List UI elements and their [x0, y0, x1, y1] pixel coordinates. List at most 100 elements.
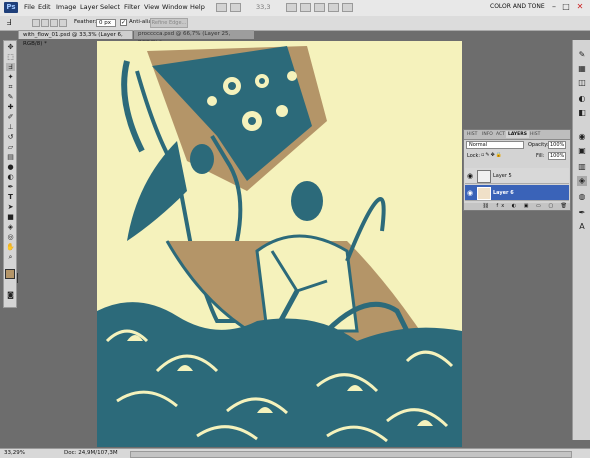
close-icon[interactable]: ✕	[575, 2, 585, 12]
rotate-view-icon[interactable]	[314, 3, 325, 12]
menu-view[interactable]: View	[144, 3, 159, 11]
layer-name: Layer 6	[493, 190, 514, 196]
eye-icon[interactable]: ◉	[467, 189, 473, 197]
layers-footer-buttons[interactable]: ⛓ fx ◐ ▣ ▭ ▢ 🗑	[464, 203, 570, 210]
antialias-checkbox[interactable]: ✓	[120, 19, 127, 26]
document-canvas[interactable]	[97, 41, 462, 447]
layer-thumbnail	[477, 170, 491, 183]
foreground-color-swatch[interactable]	[5, 269, 15, 279]
channels-icon[interactable]: ◍	[577, 192, 587, 202]
arrange-docs-icon[interactable]	[328, 3, 339, 12]
histogram-icon[interactable]: ▥	[577, 162, 587, 172]
menu-select[interactable]: Select	[100, 3, 120, 11]
move-icon[interactable]: ✥	[6, 43, 15, 51]
marquee-icon[interactable]: ⬚	[6, 53, 15, 61]
color-icon[interactable]: ◉	[577, 132, 587, 142]
app-logo: Ps	[4, 2, 18, 13]
layers-panel: HIST INFO ACT LAYERS HIST Normal Opacity…	[463, 129, 571, 211]
doc-size: Doc: 24,9M/107,3M	[64, 450, 118, 456]
3d-orbit-icon[interactable]: ◎	[6, 233, 15, 241]
menu-bar: Ps File Edit Image Layer Select Filter V…	[0, 0, 590, 17]
character-icon[interactable]: A	[577, 222, 587, 232]
navigator-icon[interactable]: ▣	[577, 146, 587, 156]
history-brush-icon[interactable]: ↺	[6, 133, 15, 141]
workspace-switcher[interactable]: COLOR AND TONE	[490, 3, 545, 10]
eyedropper-icon[interactable]: ✎	[6, 93, 15, 101]
zoom-icon[interactable]: ⌕	[6, 253, 15, 261]
screen-mode-icon[interactable]	[342, 3, 353, 12]
path-select-icon[interactable]: ➤	[6, 203, 15, 211]
lock-label: Lock:	[467, 153, 481, 159]
masks-icon[interactable]: ◧	[577, 108, 587, 118]
tab-history[interactable]: HIST	[465, 131, 479, 138]
shape-icon[interactable]: ■	[6, 213, 15, 221]
adjust-icon[interactable]: ◐	[577, 94, 587, 104]
crop-icon[interactable]: ⌗	[6, 83, 15, 91]
layers-dock-icon[interactable]: ◈	[577, 176, 587, 186]
fill-label: Fill:	[536, 153, 545, 159]
minibridge-icon[interactable]	[230, 3, 241, 12]
zoom-level[interactable]: 33,29%	[4, 450, 25, 456]
hand-icon[interactable]: ✋	[6, 243, 15, 251]
add-selection-icon[interactable]	[41, 19, 49, 27]
artwork	[97, 46, 462, 447]
gradient-icon[interactable]: ▤	[6, 153, 15, 161]
hand-tool-icon[interactable]	[286, 3, 297, 12]
tools-panel: ✥ ⬚ ᖵ ✦ ⌗ ✎ ✚ ✐ ⊥ ↺ ▱ ▤ ● ◐ ✒ T ➤ ■ ◈ ◎ …	[3, 40, 18, 308]
tab-info[interactable]: INFO	[480, 131, 495, 138]
blur-icon[interactable]: ●	[6, 163, 15, 171]
intersect-selection-icon[interactable]	[59, 19, 67, 27]
brush-icon[interactable]: ✐	[6, 113, 15, 121]
lasso-icon[interactable]: ᖵ	[6, 63, 15, 71]
lasso-preset-icon[interactable]: ᖵ	[3, 18, 15, 28]
tab-layers[interactable]: LAYERS	[506, 131, 529, 138]
eraser-icon[interactable]: ▱	[6, 143, 15, 151]
panel-tab-strip: HIST INFO ACT LAYERS HIST	[464, 130, 570, 140]
layer-row[interactable]: ◉ Layer 5	[465, 168, 569, 184]
menu-layer[interactable]: Layer	[80, 3, 98, 11]
healing-icon[interactable]: ✚	[6, 103, 15, 111]
tab-actions[interactable]: ACT	[494, 131, 507, 138]
feather-label: Feather:	[74, 19, 97, 25]
quick-mask-icon[interactable]: ◙	[6, 291, 15, 299]
eye-icon[interactable]: ◉	[467, 172, 473, 180]
maximize-icon[interactable]: □	[561, 2, 571, 12]
stamp-icon[interactable]: ⊥	[6, 123, 15, 131]
lock-icons[interactable]: ▫✎✥🔒	[481, 152, 511, 159]
minimize-icon[interactable]: –	[549, 2, 559, 12]
new-selection-icon[interactable]	[32, 19, 40, 27]
layer-thumbnail	[477, 187, 491, 200]
refine-edge-button[interactable]: Refine Edge...	[150, 18, 188, 28]
tab-with-flow[interactable]: with_flow_01.psd @ 33,3% (Layer 6, RGB/8…	[18, 30, 133, 47]
menu-help[interactable]: Help	[190, 3, 205, 11]
brush-panel-icon[interactable]: ✎	[577, 50, 587, 60]
tab-procccca[interactable]: procccca.psd @ 66,7% (Layer 25, RGB/8) *	[134, 30, 254, 46]
magic-wand-icon[interactable]: ✦	[6, 73, 15, 81]
zoom-tool-icon[interactable]	[300, 3, 311, 12]
options-bar: ᖵ Feather: 0 px ✓ Anti-alias Refine Edge…	[0, 16, 590, 31]
subtract-selection-icon[interactable]	[50, 19, 58, 27]
layer-name: Layer 5	[493, 173, 512, 179]
menu-window[interactable]: Window	[162, 3, 188, 11]
menu-file[interactable]: File	[24, 3, 35, 11]
feather-input[interactable]: 0 px	[96, 19, 116, 27]
swatches-icon[interactable]: ▦	[577, 64, 587, 74]
zoom-readout[interactable]: 33,3	[256, 3, 270, 11]
bridge-icon[interactable]	[216, 3, 227, 12]
opacity-input[interactable]: 100%	[548, 141, 566, 149]
pen-icon[interactable]: ✒	[6, 183, 15, 191]
menu-filter[interactable]: Filter	[124, 3, 140, 11]
type-icon[interactable]: T	[6, 193, 15, 201]
fill-input[interactable]: 100%	[548, 152, 566, 160]
paths-icon[interactable]: ✒	[577, 208, 587, 218]
3d-rotate-icon[interactable]: ◈	[6, 223, 15, 231]
menu-edit[interactable]: Edit	[38, 3, 51, 11]
styles-icon[interactable]: ◫	[577, 78, 587, 88]
opacity-label: Opacity:	[528, 142, 549, 148]
blend-mode-select[interactable]: Normal	[466, 141, 524, 149]
menu-image[interactable]: Image	[56, 3, 76, 11]
right-dock: ✎ ▦ ◫ ◐ ◧ ◉ ▣ ▥ ◈ ◍ ✒ A	[572, 40, 590, 440]
tab-history-2[interactable]: HIST	[528, 131, 542, 138]
layer-row-selected[interactable]: ◉ Layer 6	[465, 185, 569, 201]
dodge-icon[interactable]: ◐	[6, 173, 15, 181]
